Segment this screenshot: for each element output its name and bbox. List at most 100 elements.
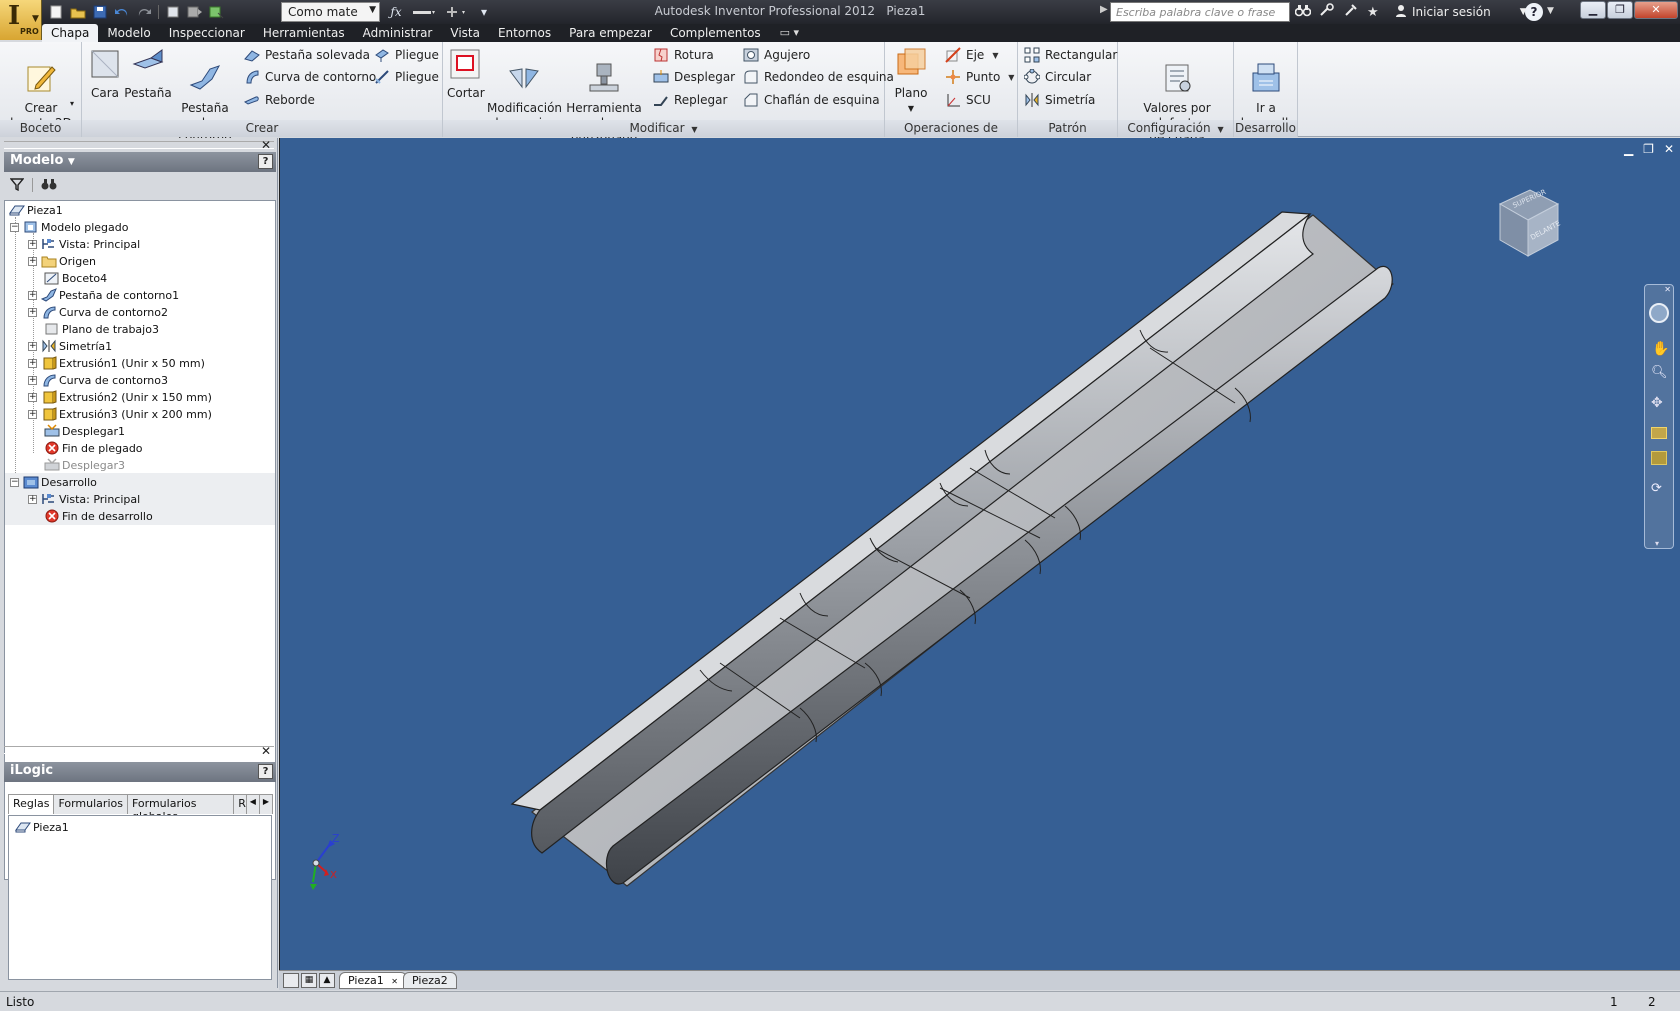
tab-scroll-left-icon[interactable]: ◀ (245, 794, 260, 814)
material-dropdown[interactable]: Como mate ▼ (281, 2, 380, 22)
panel-title-modificar[interactable]: Modificar ▼ (443, 120, 884, 137)
tree-item-desplegar1[interactable]: Desplegar1 (5, 422, 275, 440)
tab-truncated[interactable]: R (233, 794, 247, 814)
bend-button[interactable]: Pliegue (374, 66, 439, 88)
hem-button[interactable]: Reborde (244, 89, 315, 111)
expand-icon[interactable]: + (28, 239, 37, 249)
work-point-button[interactable]: Punto ▼ (945, 66, 1014, 88)
close-icon[interactable]: ✕ (261, 744, 271, 758)
return-icon[interactable] (163, 3, 183, 21)
tab-formularios-globales[interactable]: Formularios globales (126, 794, 235, 823)
steering-wheel-icon[interactable] (1649, 303, 1669, 323)
tree-item-vista-principal-2[interactable]: + Vista: Principal (5, 490, 275, 508)
binoculars-icon[interactable] (1294, 3, 1312, 21)
tree-item-desarrollo[interactable]: − Desarrollo (5, 473, 275, 491)
sheet-metal-part[interactable] (510, 211, 1394, 887)
graphics-window[interactable]: ▁ ❐ ✕ Z X SUPERIOR DELANTE ✕ ✋ 🔍︎ ✥ ⟳ ▾ (279, 138, 1680, 970)
collapse-icon[interactable]: − (10, 477, 19, 487)
expand-icon[interactable]: + (28, 358, 37, 368)
restore-icon[interactable]: ❐ (1607, 1, 1633, 19)
undo-icon[interactable] (112, 3, 132, 21)
tree-item-boceto4[interactable]: Boceto4 (5, 269, 275, 287)
expand-icon[interactable]: + (28, 307, 37, 317)
tree-item-modelo-plegado[interactable]: − Modelo plegado (5, 218, 275, 236)
open-file-icon[interactable] (68, 3, 88, 21)
close-icon[interactable]: ✕ (1634, 1, 1678, 19)
zoom-icon[interactable]: 🔍︎ (1651, 365, 1668, 380)
tab-inspeccionar[interactable]: Inspeccionar (160, 24, 254, 42)
tab-administrar[interactable]: Administrar (354, 24, 442, 42)
expand-icon[interactable]: + (28, 375, 37, 385)
corner-chamfer-button[interactable]: Chaflán de esquina (743, 89, 880, 111)
model-browser-header[interactable]: Modelo ▼ ? (4, 152, 276, 172)
tree-item-extrusion1[interactable]: + Extrusión1 (Unir x 50 mm) (5, 354, 275, 372)
search-input[interactable]: Escriba palabra clave o frase (1110, 2, 1290, 22)
update-icon[interactable] (185, 3, 205, 21)
parameters-fx-icon[interactable]: ƒx (386, 3, 406, 21)
document-tab-pieza2[interactable]: Pieza2 (403, 972, 457, 989)
expand-icon[interactable]: + (28, 256, 37, 266)
tree-item-desplegar3[interactable]: Desplegar3 (5, 456, 275, 474)
tab-scroll-right-icon[interactable]: ▶ (258, 794, 273, 814)
cut-button[interactable]: Cortar (447, 46, 485, 101)
tab-vista[interactable]: Vista (441, 24, 489, 42)
tab-chapa[interactable]: Chapa (42, 24, 99, 42)
contour-roll-button[interactable]: Curva de contorno (244, 66, 376, 88)
ucs-button[interactable]: SCU (945, 89, 991, 111)
tree-item-simetria1[interactable]: + Simetría1 (5, 337, 275, 355)
tree-item-extrusion3[interactable]: + Extrusión3 (Unir x 200 mm) (5, 405, 275, 423)
orbit-icon[interactable]: ✥ (1651, 395, 1663, 411)
circular-pattern-button[interactable]: Circular (1024, 66, 1091, 88)
tree-item-vista-principal[interactable]: + Vista: Principal (5, 235, 275, 253)
mirror-button[interactable]: Simetría (1024, 89, 1095, 111)
star-icon[interactable]: ★ (1367, 5, 1379, 20)
search-expand-icon[interactable]: ▶ (1100, 4, 1110, 20)
refold-button[interactable]: Replegar (653, 89, 727, 111)
cascade-windows-icon[interactable] (283, 973, 299, 988)
tree-item-curva-contorno3[interactable]: + Curva de contorno3 (5, 371, 275, 389)
expand-icon[interactable]: + (28, 290, 37, 300)
help-icon[interactable]: ? (1525, 3, 1543, 21)
expand-icon[interactable]: + (28, 409, 37, 419)
save-icon[interactable] (90, 3, 110, 21)
lofted-flange-button[interactable]: Pestaña solevada (244, 44, 370, 66)
rectangular-pattern-button[interactable]: Rectangular (1024, 44, 1117, 66)
tab-modelo[interactable]: Modelo (98, 24, 159, 42)
unfold-button[interactable]: Desplegar (653, 66, 735, 88)
color-override-icon[interactable] (442, 3, 470, 21)
flange-button[interactable]: Pestaña (124, 46, 172, 101)
tree-item-plano-trabajo3[interactable]: Plano de trabajo3 (5, 320, 275, 338)
signin-button[interactable]: Iniciar sesión ▼ (1395, 4, 1527, 20)
panel-title-configuracion[interactable]: Configuración ▼ (1118, 120, 1233, 137)
binoculars-icon[interactable] (41, 177, 57, 194)
help-dropdown-icon[interactable]: ▼ (1547, 6, 1554, 16)
ribbon-minimize-icon[interactable]: ▭ ▾ (780, 24, 799, 42)
document-tab-pieza1[interactable]: Pieza1 ✕ (339, 972, 407, 989)
tab-formularios[interactable]: Formularios (53, 794, 128, 814)
wrench-icon[interactable] (1343, 3, 1359, 21)
tab-complementos[interactable]: Complementos (661, 24, 770, 42)
go-to-flat-pattern-button[interactable]: Ir a desarrollo (1236, 46, 1296, 131)
list-windows-icon[interactable]: ▲ (319, 973, 335, 988)
chevron-down-icon[interactable]: ▾ (1655, 539, 1659, 548)
tree-item-fin-plegado[interactable]: Fin de plegado (5, 439, 275, 457)
free-orbit-icon[interactable]: ⟳ (1651, 481, 1662, 496)
tab-para-empezar[interactable]: Para empezar (560, 24, 661, 42)
application-menu-button[interactable]: I PRO ▼ (0, 0, 42, 40)
collapse-icon[interactable]: − (10, 222, 19, 232)
new-file-icon[interactable] (46, 3, 66, 21)
line-weight-icon[interactable] (410, 3, 438, 21)
pane-grip[interactable] (4, 746, 274, 754)
hole-button[interactable]: Agujero (743, 44, 810, 66)
close-icon[interactable]: ✕ (261, 138, 271, 152)
close-icon[interactable]: ✕ (1664, 285, 1671, 294)
expand-icon[interactable]: + (28, 392, 37, 402)
tab-reglas[interactable]: Reglas (8, 794, 55, 814)
expand-icon[interactable]: + (28, 341, 37, 351)
view-face-icon[interactable] (1651, 451, 1667, 465)
tree-item-extrusion2[interactable]: + Extrusión2 (Unir x 150 mm) (5, 388, 275, 406)
help-icon[interactable]: ? (258, 154, 273, 169)
tab-entornos[interactable]: Entornos (489, 24, 560, 42)
look-at-icon[interactable] (1651, 427, 1667, 439)
select-icon[interactable] (207, 3, 227, 21)
